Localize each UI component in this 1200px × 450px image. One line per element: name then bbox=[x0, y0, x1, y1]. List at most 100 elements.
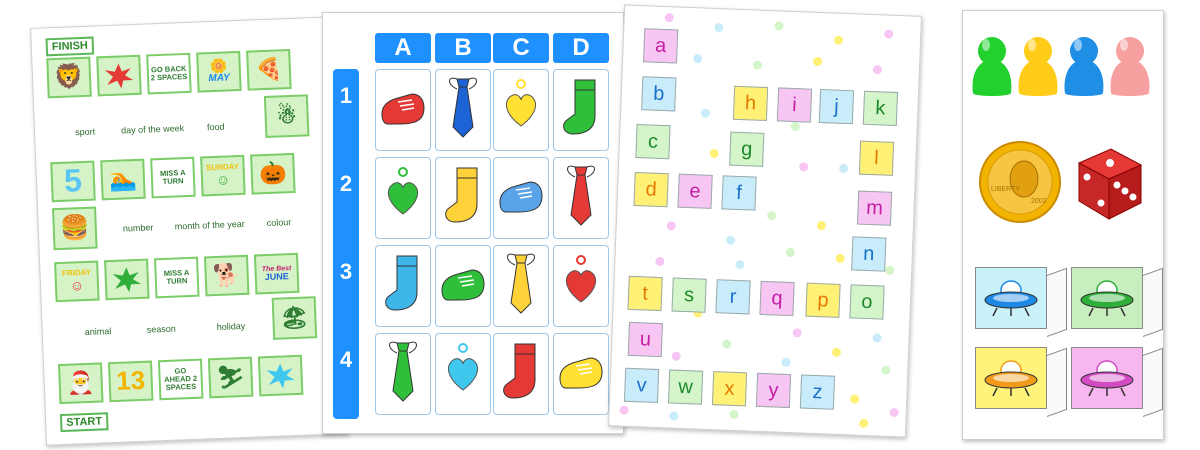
letter-tile-r[interactable]: r bbox=[715, 279, 751, 315]
letter-tile-i[interactable]: i bbox=[776, 87, 813, 123]
shoe-icon bbox=[378, 86, 428, 135]
square-burger[interactable]: 🍔 bbox=[52, 206, 98, 251]
square-miss-turn-1[interactable]: MISS A TURN bbox=[150, 156, 196, 199]
grid-cell-a3[interactable] bbox=[375, 245, 431, 327]
grid-cell-d4[interactable] bbox=[553, 333, 609, 415]
letter-tile-q[interactable]: q bbox=[759, 280, 795, 317]
confetti-dot bbox=[850, 394, 860, 404]
coin-top-text: LIBERTY bbox=[991, 186, 1020, 193]
ufo-icon bbox=[1080, 360, 1134, 397]
grid-cell-b4[interactable] bbox=[435, 333, 491, 415]
pawn-icon[interactable] bbox=[1109, 35, 1151, 99]
square-snowman[interactable]: ☃ bbox=[263, 94, 310, 138]
ufo-icon bbox=[984, 280, 1038, 317]
finish-label: FINISH bbox=[45, 36, 95, 57]
letter-tile-u[interactable]: u bbox=[627, 321, 664, 358]
letter-tile-x[interactable]: x bbox=[711, 371, 748, 407]
ufo-card[interactable] bbox=[1071, 267, 1143, 329]
square-santa[interactable]: 🎅 bbox=[58, 362, 104, 405]
confetti-dot bbox=[872, 333, 882, 343]
grid-cell-c4[interactable] bbox=[493, 333, 549, 415]
square-dog[interactable]: 🐕 bbox=[203, 254, 250, 297]
confetti-dot bbox=[767, 211, 777, 221]
june-text: JUNE bbox=[264, 271, 289, 283]
grid-cell-a4[interactable] bbox=[375, 333, 431, 415]
pawn-icon[interactable] bbox=[1017, 35, 1059, 99]
thirteen-number: 13 bbox=[115, 365, 146, 397]
letter-tile-l[interactable]: l bbox=[858, 140, 895, 176]
letter-tile-e[interactable]: e bbox=[677, 173, 713, 209]
square-five[interactable]: 5 bbox=[50, 160, 96, 203]
sock-icon bbox=[559, 78, 603, 143]
row-header-3: 3 bbox=[339, 259, 353, 284]
letter-tile-g[interactable]: g bbox=[729, 131, 765, 167]
confetti-dot bbox=[835, 253, 845, 264]
square-friday[interactable]: FRIDAY ☺ bbox=[54, 260, 100, 303]
letter-tile-c[interactable]: c bbox=[635, 124, 671, 160]
square-pumpkin[interactable]: 🎃 bbox=[250, 152, 296, 195]
square-lion[interactable]: 🦁 bbox=[46, 56, 92, 99]
category-holiday: holiday bbox=[216, 320, 246, 333]
letter-tile-p[interactable]: p bbox=[805, 282, 841, 318]
letter-tile-s[interactable]: s bbox=[671, 277, 707, 313]
shoe-icon bbox=[556, 350, 606, 399]
splash-icon bbox=[112, 267, 141, 293]
square-thirteen[interactable]: 13 bbox=[107, 360, 154, 403]
square-splash-green[interactable] bbox=[104, 258, 150, 301]
letter-tile-n[interactable]: n bbox=[851, 236, 887, 272]
square-swimmer[interactable]: 🏊 bbox=[100, 158, 146, 201]
confetti-dot bbox=[792, 328, 802, 338]
coin-icon[interactable]: LIBERTY 2002 bbox=[977, 139, 1063, 225]
letter-tile-f[interactable]: f bbox=[721, 175, 757, 211]
letter-tile-o[interactable]: o bbox=[849, 284, 885, 320]
letter-tile-m[interactable]: m bbox=[856, 190, 893, 226]
square-skier[interactable]: ⛷ bbox=[207, 356, 254, 399]
grid-cell-a2[interactable] bbox=[375, 157, 431, 239]
square-beach[interactable]: 🏖 bbox=[271, 296, 318, 340]
confetti-dot bbox=[700, 108, 711, 118]
square-go-back[interactable]: GO BACK 2 SPACES bbox=[146, 52, 192, 95]
pawn-icon[interactable] bbox=[1063, 35, 1105, 99]
letter-tile-j[interactable]: j bbox=[818, 89, 855, 125]
square-splash-blue[interactable] bbox=[257, 354, 304, 397]
row-header-1: 1 bbox=[339, 83, 353, 108]
letter-tile-y[interactable]: y bbox=[755, 372, 792, 409]
grid-cell-b1[interactable] bbox=[435, 69, 491, 151]
square-splash-red[interactable] bbox=[96, 54, 142, 97]
start-label: START bbox=[59, 412, 109, 433]
grid-cell-d1[interactable] bbox=[553, 69, 609, 151]
die-icon[interactable] bbox=[1069, 141, 1149, 225]
grid-cell-c1[interactable] bbox=[493, 69, 549, 151]
letter-tile-v[interactable]: v bbox=[623, 367, 660, 404]
ufo-card[interactable] bbox=[975, 347, 1047, 409]
letter-tile-w[interactable]: w bbox=[667, 369, 704, 405]
letter-tile-b[interactable]: b bbox=[641, 76, 677, 112]
square-miss-turn-2[interactable]: MISS A TURN bbox=[154, 256, 200, 299]
grid-cell-b3[interactable] bbox=[435, 245, 491, 327]
square-may[interactable]: 🌼 MAY bbox=[196, 50, 242, 93]
letter-tile-d[interactable]: d bbox=[633, 171, 669, 208]
square-go-ahead[interactable]: GO AHEAD 2 SPACES bbox=[157, 358, 204, 401]
confetti-dot bbox=[735, 259, 745, 270]
ufo-card[interactable] bbox=[1071, 347, 1143, 409]
square-pizza[interactable]: 🍕 bbox=[246, 48, 292, 91]
grid-cell-c2[interactable] bbox=[493, 157, 549, 239]
grid-cell-c3[interactable] bbox=[493, 245, 549, 327]
square-best-june[interactable]: The Best JUNE bbox=[253, 252, 300, 295]
ufo-card[interactable] bbox=[975, 267, 1047, 329]
snowman-icon: ☃ bbox=[276, 103, 297, 129]
letter-tile-t[interactable]: t bbox=[627, 275, 663, 312]
letter-tile-k[interactable]: k bbox=[862, 90, 899, 126]
heart-icon bbox=[383, 166, 423, 231]
grid-cell-b2[interactable] bbox=[435, 157, 491, 239]
grid-cell-d3[interactable] bbox=[553, 245, 609, 327]
pawn-icon[interactable] bbox=[971, 35, 1013, 99]
grid-cell-a1[interactable] bbox=[375, 69, 431, 151]
grid-cell-d2[interactable] bbox=[553, 157, 609, 239]
letter-tile-z[interactable]: z bbox=[799, 374, 836, 410]
letter-tile-a[interactable]: a bbox=[643, 28, 679, 64]
square-sunday[interactable]: SUNDAY ☺ bbox=[200, 154, 246, 197]
letter-tile-h[interactable]: h bbox=[732, 85, 769, 121]
may-text: MAY bbox=[208, 72, 231, 85]
confetti-dot bbox=[781, 357, 791, 368]
